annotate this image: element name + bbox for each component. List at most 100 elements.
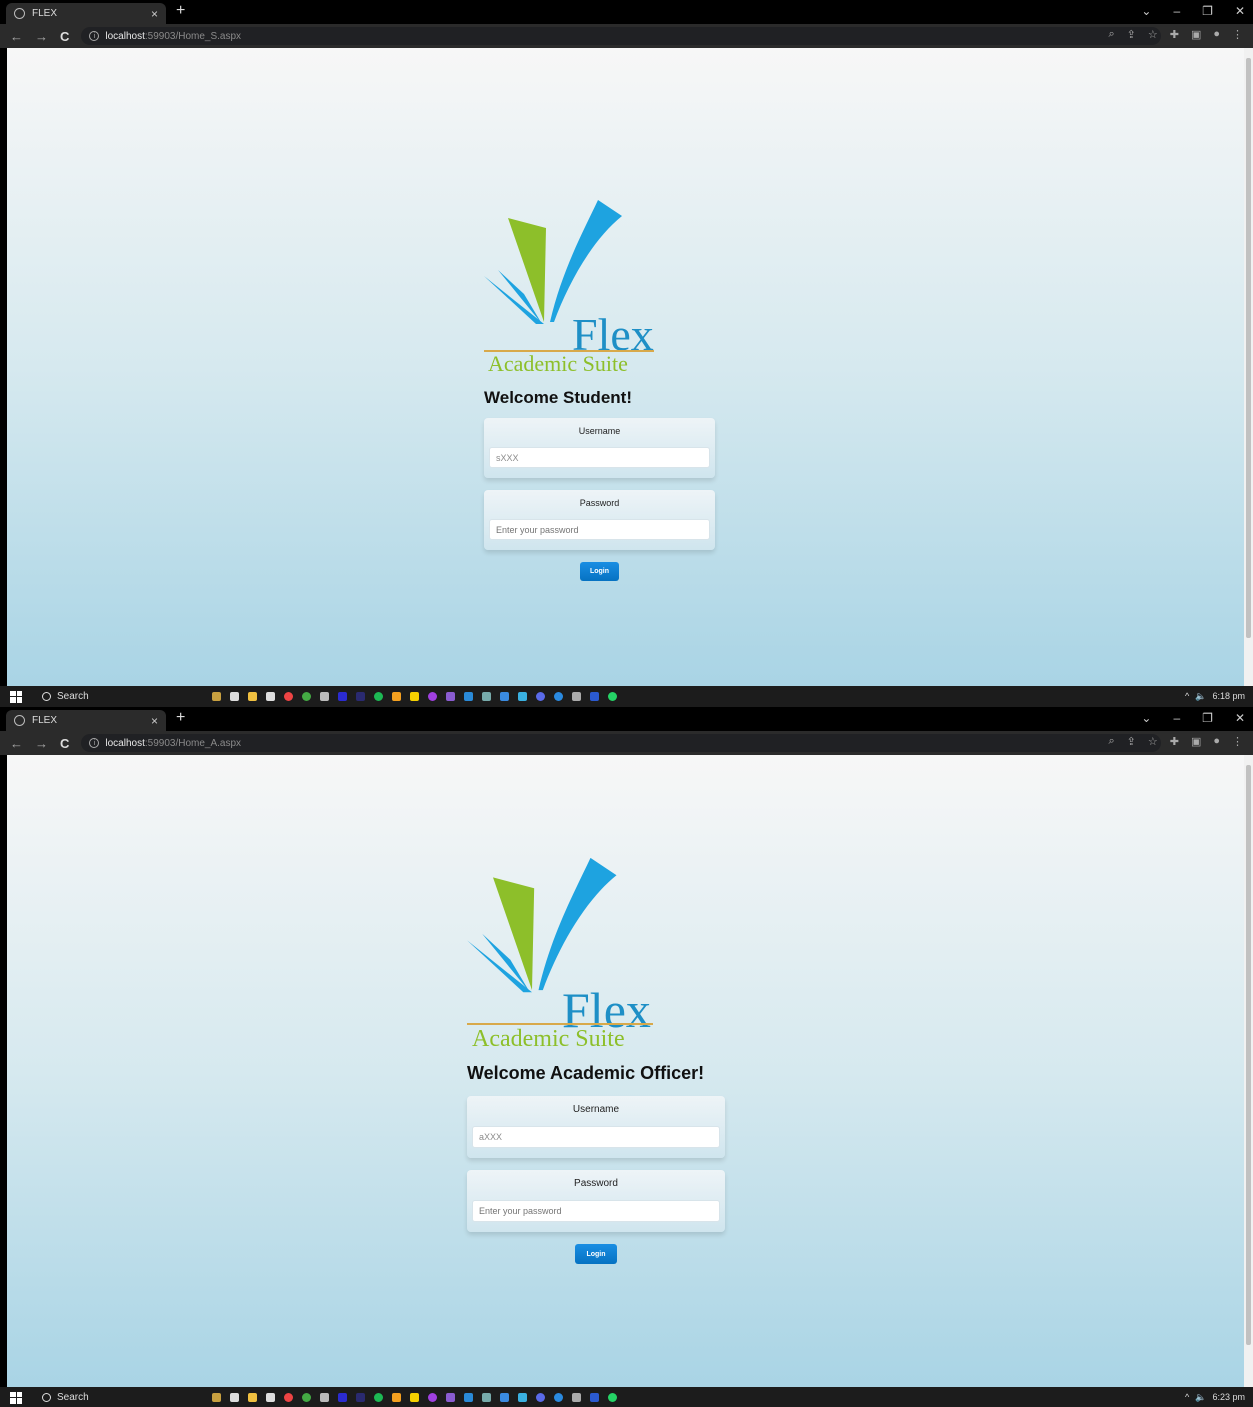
app-icon[interactable] [446, 692, 455, 701]
app-icon[interactable] [248, 1393, 257, 1402]
clock[interactable]: 6:23 pm [1212, 1392, 1245, 1403]
share-icon[interactable]: ⇪ [1127, 28, 1136, 41]
app-icon[interactable] [338, 692, 347, 701]
sidepanel-icon[interactable]: ▣ [1191, 735, 1201, 748]
star-icon[interactable]: ☆ [1148, 28, 1158, 41]
app-icon[interactable] [266, 692, 275, 701]
app-icon[interactable] [500, 692, 509, 701]
speaker-icon[interactable]: 🔈 [1195, 691, 1206, 702]
app-icon[interactable] [536, 1393, 545, 1402]
profile-icon[interactable]: ● [1213, 735, 1220, 748]
app-icon[interactable] [518, 692, 527, 701]
windows-start-icon[interactable] [10, 1391, 22, 1404]
app-icon[interactable] [212, 692, 221, 701]
forward-icon[interactable]: → [35, 736, 48, 751]
extensions-icon[interactable]: ✚ [1170, 735, 1179, 748]
zoom-icon[interactable]: ⌕ [1108, 28, 1114, 41]
app-icon[interactable] [356, 692, 365, 701]
login-button[interactable]: Login [575, 1244, 617, 1264]
restore-icon[interactable]: ❐ [1202, 4, 1213, 18]
app-icon[interactable] [212, 1393, 221, 1402]
app-icon[interactable] [428, 692, 437, 701]
zoom-icon[interactable]: ⌕ [1108, 735, 1114, 748]
reload-icon[interactable]: C [60, 29, 69, 44]
clock[interactable]: 6:18 pm [1212, 691, 1245, 702]
app-icon[interactable] [482, 692, 491, 701]
minimize-icon[interactable]: – [1173, 4, 1180, 18]
minimize-icon[interactable]: – [1173, 711, 1180, 725]
restore-icon[interactable]: ❐ [1202, 711, 1213, 725]
info-icon[interactable]: i [89, 738, 100, 748]
app-icon[interactable] [518, 1393, 527, 1402]
app-icon[interactable] [464, 1393, 473, 1402]
forward-icon[interactable]: → [35, 29, 48, 44]
taskbar-search[interactable]: Search [42, 1392, 152, 1403]
app-icon[interactable] [338, 1393, 347, 1402]
app-icon[interactable] [536, 692, 545, 701]
app-icon[interactable] [284, 1393, 293, 1402]
app-icon[interactable] [230, 1393, 239, 1402]
back-icon[interactable]: ← [10, 29, 23, 44]
scrollbar[interactable] [1244, 48, 1253, 686]
app-icon[interactable] [356, 1393, 365, 1402]
app-icon[interactable] [266, 1393, 275, 1402]
app-icon[interactable] [590, 692, 599, 701]
app-icon[interactable] [572, 1393, 581, 1402]
app-icon[interactable] [554, 692, 563, 701]
app-icon[interactable] [572, 692, 581, 701]
app-icon[interactable] [446, 1393, 455, 1402]
username-input[interactable] [489, 447, 710, 468]
info-icon[interactable]: i [89, 31, 100, 41]
chevron-down-icon[interactable]: ⌄ [1141, 711, 1151, 725]
app-icon[interactable] [302, 692, 311, 701]
app-icon[interactable] [608, 1393, 617, 1402]
app-icon[interactable] [590, 1393, 599, 1402]
chevron-up-icon[interactable]: ^ [1185, 691, 1189, 702]
app-icon[interactable] [428, 1393, 437, 1402]
username-input[interactable] [472, 1126, 720, 1148]
back-icon[interactable]: ← [10, 736, 23, 751]
chevron-up-icon[interactable]: ^ [1185, 1392, 1189, 1403]
app-icon[interactable] [302, 1393, 311, 1402]
url-field[interactable]: i localhost :59903/Home_A.aspx [81, 734, 1162, 752]
url-field[interactable]: i localhost :59903/Home_S.aspx [81, 27, 1162, 45]
app-icon[interactable] [374, 692, 383, 701]
menu-icon[interactable]: ⋮ [1232, 735, 1243, 748]
close-window-icon[interactable]: ✕ [1235, 711, 1245, 725]
app-icon[interactable] [230, 692, 239, 701]
password-input[interactable] [489, 519, 710, 540]
scrollbar-thumb[interactable] [1246, 765, 1251, 1345]
app-icon[interactable] [608, 692, 617, 701]
app-icon[interactable] [248, 692, 257, 701]
app-icon[interactable] [392, 1393, 401, 1402]
app-icon[interactable] [410, 1393, 419, 1402]
app-icon[interactable] [482, 1393, 491, 1402]
app-icon[interactable] [410, 692, 419, 701]
app-icon[interactable] [320, 692, 329, 701]
app-icon[interactable] [392, 692, 401, 701]
speaker-icon[interactable]: 🔈 [1195, 1392, 1206, 1403]
app-icon[interactable] [284, 692, 293, 701]
new-tab-icon[interactable]: + [176, 709, 185, 727]
login-button[interactable]: Login [580, 562, 619, 581]
menu-icon[interactable]: ⋮ [1232, 28, 1243, 41]
close-icon[interactable]: × [151, 714, 158, 728]
profile-icon[interactable]: ● [1213, 28, 1220, 41]
extensions-icon[interactable]: ✚ [1170, 28, 1179, 41]
app-icon[interactable] [320, 1393, 329, 1402]
app-icon[interactable] [554, 1393, 563, 1402]
windows-start-icon[interactable] [10, 690, 22, 703]
reload-icon[interactable]: C [60, 736, 69, 751]
star-icon[interactable]: ☆ [1148, 735, 1158, 748]
taskbar-search[interactable]: Search [42, 691, 152, 702]
browser-tab[interactable]: FLEX × [6, 3, 166, 24]
scrollbar-thumb[interactable] [1246, 58, 1251, 638]
app-icon[interactable] [374, 1393, 383, 1402]
scrollbar[interactable] [1244, 755, 1253, 1387]
password-input[interactable] [472, 1200, 720, 1222]
app-icon[interactable] [500, 1393, 509, 1402]
browser-tab[interactable]: FLEX × [6, 710, 166, 731]
chevron-down-icon[interactable]: ⌄ [1141, 4, 1151, 18]
sidepanel-icon[interactable]: ▣ [1191, 28, 1201, 41]
close-window-icon[interactable]: ✕ [1235, 4, 1245, 18]
